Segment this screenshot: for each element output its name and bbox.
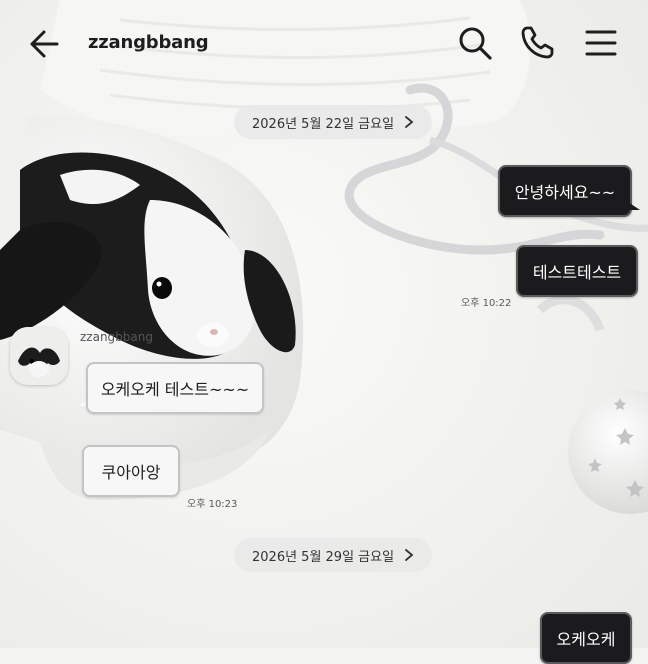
date-divider[interactable]: 2026년 5월 29일 금요일 [234,538,433,572]
message-text: 오케오케 테스트~~~ [100,380,250,399]
message-time: 오후 10:22 [461,298,512,309]
date-divider[interactable]: 2026년 5월 22일 금요일 [234,105,433,139]
message-text: 쿠아아앙 [101,463,161,482]
bubble-tail [628,202,640,210]
date-label: 2026년 5월 29일 금요일 [252,549,395,565]
message-text: 안녕하세요~~ [514,183,616,202]
outgoing-message[interactable]: 테스트테스트 [516,245,638,297]
chevron-right-icon [405,549,414,561]
chat-title: zzangbbang [88,32,209,53]
back-arrow-icon[interactable] [26,26,62,62]
outgoing-message[interactable]: 안녕하세요~~ [498,165,632,217]
incoming-message[interactable]: 쿠아아앙 [82,445,180,497]
outgoing-message[interactable]: 오케오케 [540,612,632,664]
chevron-right-icon [405,116,414,128]
message-time: 오후 10:23 [187,499,238,510]
sender-name: zzangbbang [80,330,153,344]
avatar[interactable] [10,327,68,385]
bunny-avatar-icon [10,327,68,385]
phone-icon[interactable] [518,24,556,62]
chat-header: zzangbbang [0,0,648,88]
message-text: 오케오케 [556,630,616,649]
date-label: 2026년 5월 22일 금요일 [252,116,395,132]
incoming-message[interactable]: 오케오케 테스트~~~ [86,362,264,414]
menu-icon[interactable] [582,24,620,62]
message-text: 테스트테스트 [532,263,622,282]
search-icon[interactable] [456,24,494,62]
